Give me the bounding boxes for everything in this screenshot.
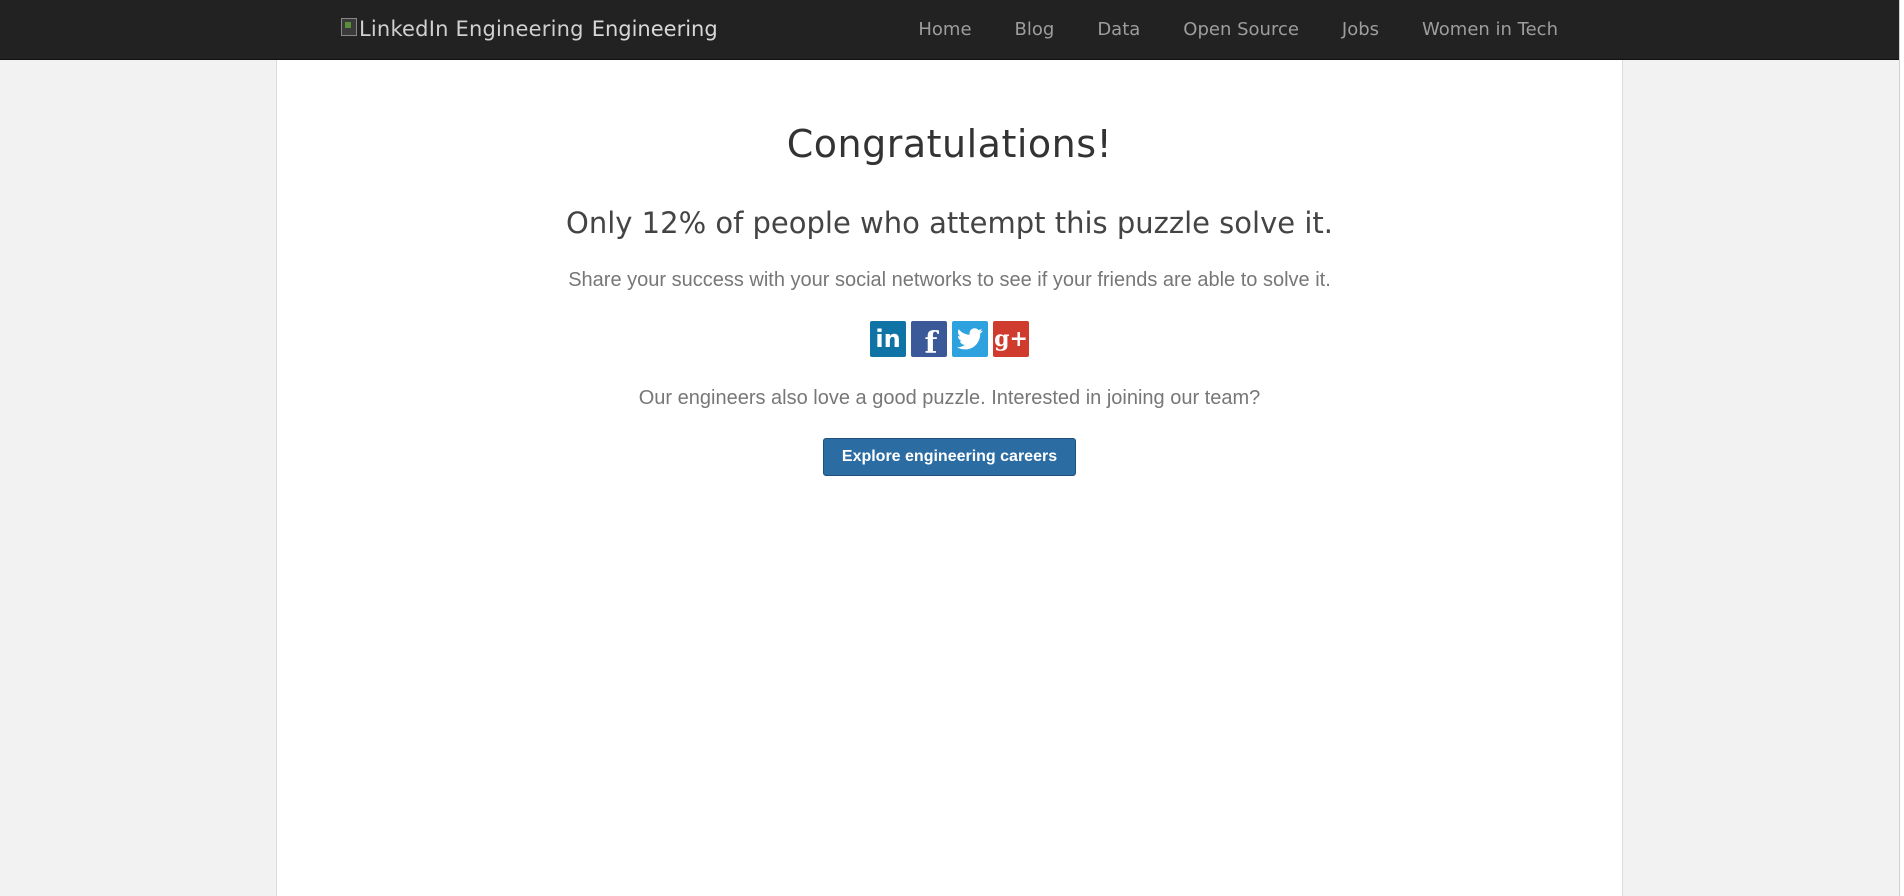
nav-item-women-in-tech[interactable]: Women in Tech xyxy=(1422,19,1558,40)
nav-item-home[interactable]: Home xyxy=(918,19,971,40)
google-plus-share-button[interactable]: g+ xyxy=(993,321,1029,357)
nav-item-data[interactable]: Data xyxy=(1097,19,1140,40)
logo-alt-text: LinkedIn Engineering xyxy=(359,17,584,41)
careers-prompt: Our engineers also love a good puzzle. I… xyxy=(638,387,1261,409)
broken-image-icon xyxy=(341,18,357,36)
logo-image[interactable]: LinkedIn Engineering xyxy=(341,17,584,41)
page-title: Congratulations! xyxy=(786,122,1113,166)
brand-text[interactable]: Engineering xyxy=(592,17,718,41)
google-plus-icon: g+ xyxy=(994,326,1028,352)
puzzle-stat: Only 12% of people who attempt this puzz… xyxy=(566,206,1333,240)
linkedin-icon: in xyxy=(875,325,901,353)
nav-item-jobs[interactable]: Jobs xyxy=(1342,19,1379,40)
twitter-share-button[interactable] xyxy=(952,321,988,357)
linkedin-share-button[interactable]: in xyxy=(870,321,906,357)
nav-item-open-source[interactable]: Open Source xyxy=(1183,19,1299,40)
share-prompt: Share your success with your social netw… xyxy=(568,269,1331,291)
top-navbar: LinkedIn Engineering Engineering Home Bl… xyxy=(0,0,1900,60)
vertical-scrollbar[interactable] xyxy=(1899,0,1904,896)
brand-link[interactable]: LinkedIn Engineering Engineering xyxy=(341,14,718,44)
facebook-icon: f xyxy=(924,325,938,361)
main-content: Congratulations! Only 12% of people who … xyxy=(276,60,1623,896)
nav-item-blog[interactable]: Blog xyxy=(1015,19,1055,40)
explore-careers-button[interactable]: Explore engineering careers xyxy=(823,438,1076,476)
main-nav: Home Blog Data Open Source Jobs Women in… xyxy=(875,0,1558,59)
twitter-icon xyxy=(957,328,983,350)
facebook-share-button[interactable]: f xyxy=(911,321,947,361)
social-share-buttons: in f g+ xyxy=(277,321,1622,361)
